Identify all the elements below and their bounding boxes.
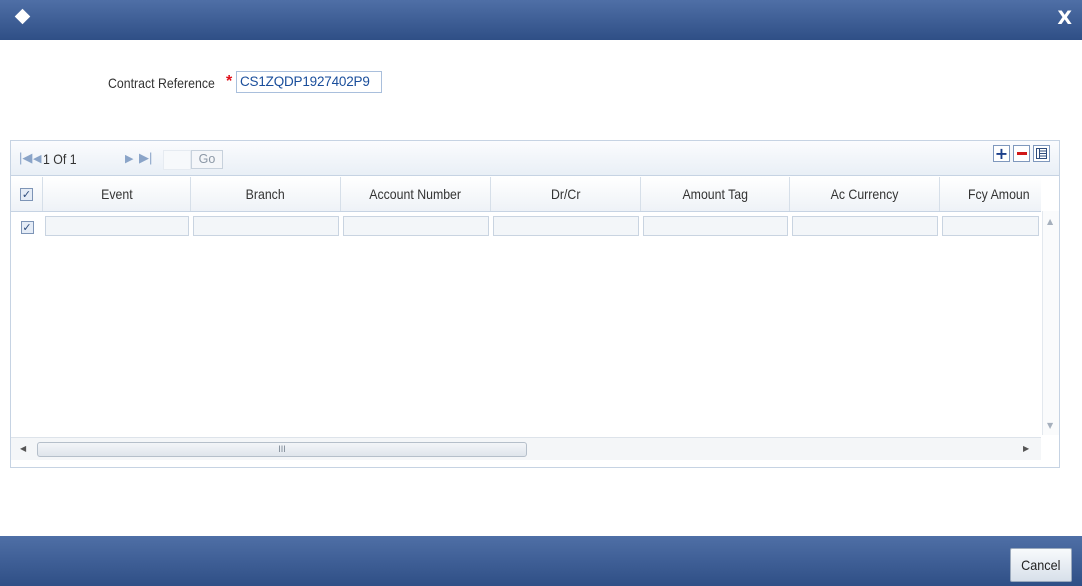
column-label: Fcy Amoun <box>968 186 1030 202</box>
scroll-down-arrow[interactable]: ▼ <box>1047 421 1053 430</box>
scroll-left-arrow[interactable]: ◀ <box>20 444 26 453</box>
ac-currency-field[interactable] <box>792 216 938 236</box>
page-indicator: 1 Of 1 <box>43 151 77 167</box>
contract-reference-label: Contract Reference <box>108 75 215 91</box>
cell-amount-tag <box>641 216 790 238</box>
column-label: Event <box>100 186 133 202</box>
add-row-button[interactable]: + <box>993 145 1010 162</box>
vertical-scrollbar[interactable]: ▲ ▼ <box>1042 211 1059 435</box>
scroll-right-arrow[interactable]: ▶ <box>1023 444 1029 453</box>
dr-cr-field[interactable] <box>493 216 639 236</box>
column-list-icon <box>1036 148 1047 159</box>
column-label: Ac Currency <box>830 186 899 202</box>
window-titlebar: X <box>0 0 1082 40</box>
first-page-button[interactable]: |◀ <box>19 150 32 166</box>
cell-dr-cr <box>491 216 641 238</box>
column-label: Amount Tag <box>682 186 748 202</box>
cancel-button-label: Cancel <box>1021 557 1061 573</box>
minus-icon <box>1016 152 1027 155</box>
close-button[interactable]: X <box>1057 7 1072 29</box>
required-marker: * <box>226 73 233 90</box>
row-checkbox[interactable]: ✓ <box>20 220 34 234</box>
branch-field[interactable] <box>193 216 339 236</box>
delete-row-button[interactable] <box>1013 145 1030 162</box>
next-page-button[interactable]: ▶ <box>125 152 133 165</box>
cell-ac-currency <box>790 216 940 238</box>
column-header-branch[interactable]: Branch <box>191 177 341 211</box>
scroll-up-arrow[interactable]: ▲ <box>1047 217 1053 226</box>
grid-panel: |◀ ◀ 1 Of 1 ▶ ▶| Go + ✓ Event Branch Acc… <box>10 140 1060 468</box>
row-select-cell: ✓ <box>11 216 43 238</box>
account-number-field[interactable] <box>343 216 489 236</box>
last-page-button[interactable]: ▶| <box>139 150 152 166</box>
column-header-event[interactable]: Event <box>43 177 191 211</box>
column-label: Account Number <box>369 186 462 202</box>
page-number-input[interactable] <box>163 150 191 170</box>
fcy-amount-field[interactable] <box>942 216 1039 236</box>
column-label: Branch <box>245 186 286 202</box>
column-header-dr-cr[interactable]: Dr/Cr <box>491 177 641 211</box>
column-label: Dr/Cr <box>550 186 581 202</box>
plus-icon: + <box>994 143 1009 163</box>
column-header-amount-tag[interactable]: Amount Tag <box>641 177 790 211</box>
table-row[interactable]: ✓ <box>11 216 1041 238</box>
amount-tag-field[interactable] <box>643 216 788 236</box>
diamond-icon <box>14 8 31 25</box>
column-header-account-number[interactable]: Account Number <box>341 177 491 211</box>
cell-branch <box>191 216 341 238</box>
grid-toolbar: |◀ ◀ 1 Of 1 ▶ ▶| Go + <box>11 141 1059 176</box>
cell-event <box>43 216 191 238</box>
select-all-checkbox[interactable]: ✓ <box>20 187 33 201</box>
cancel-button[interactable]: Cancel <box>1010 548 1072 582</box>
go-button[interactable]: Go <box>191 150 223 169</box>
event-field[interactable] <box>45 216 189 236</box>
window-footer: Cancel <box>0 536 1082 586</box>
table-header: ✓ Event Branch Account Number Dr/Cr Amou… <box>11 177 1041 212</box>
column-header-ac-currency[interactable]: Ac Currency <box>790 177 940 211</box>
column-settings-button[interactable] <box>1033 145 1050 162</box>
column-header-fcy-amount[interactable]: Fcy Amoun <box>940 177 1041 211</box>
cell-account-number <box>341 216 491 238</box>
horizontal-scroll-thumb[interactable]: III <box>37 442 527 457</box>
cell-fcy-amount <box>940 216 1041 238</box>
prev-page-button[interactable]: ◀ <box>33 152 41 165</box>
horizontal-scrollbar[interactable]: ◀ III ▶ <box>11 437 1041 460</box>
contract-reference-input[interactable]: CS1ZQDP1927402P9 <box>236 71 382 93</box>
select-all-cell: ✓ <box>11 177 43 211</box>
